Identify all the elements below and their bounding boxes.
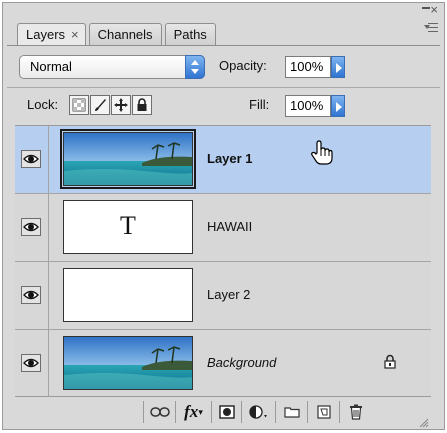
opacity-slider-arrow-icon[interactable] [331,56,345,78]
tab-close-icon[interactable]: × [71,27,79,42]
lock-position-icon[interactable] [111,95,131,115]
tab-layers[interactable]: Layers × [17,23,86,45]
layer-thumbnail[interactable] [63,336,193,390]
panel-controls: × [416,3,438,41]
fill-label: Fill: [249,97,270,112]
layers-toolbar: fx ▾ [15,399,431,428]
lock-label: Lock: [27,97,59,112]
trash-icon[interactable] [339,401,371,423]
visibility-column [15,194,49,261]
visibility-column [15,330,49,397]
tab-paths-label: Paths [173,27,207,42]
layers-list: Layer 1 T HAWAII Layer 2 Background [15,125,431,397]
fill-slider-arrow-icon[interactable] [331,95,345,117]
layer-name[interactable]: HAWAII [207,218,252,236]
blend-mode-value: Normal [30,59,72,74]
text-layer-glyph: T [120,211,136,240]
eye-icon[interactable] [21,150,41,168]
hand-cursor-icon [311,140,333,171]
layer-row-background[interactable]: Background [15,330,431,398]
link-layers-icon[interactable] [143,401,175,423]
eye-icon[interactable] [21,218,41,236]
lock-transparent-icon[interactable] [69,95,89,115]
tab-channels[interactable]: Channels [88,23,162,45]
tab-layers-label: Layers [26,27,66,42]
opacity-input[interactable]: 100% [285,56,331,78]
adjustment-layer-icon[interactable] [241,401,275,423]
opacity-label: Opacity: [219,58,267,73]
eye-icon[interactable] [21,286,41,304]
panel-menu-icon[interactable] [424,23,438,35]
lock-image-pixels-icon[interactable] [90,95,110,115]
new-group-icon[interactable] [275,401,307,423]
resize-grip-icon[interactable] [419,415,429,428]
visibility-column [15,262,49,329]
panel-tabs: Layers × Channels Paths [17,23,219,45]
fill-input[interactable]: 100% [285,95,331,117]
layer-name[interactable]: Background [207,354,276,372]
new-layer-icon[interactable] [307,401,339,423]
layer-name[interactable]: Layer 2 [207,286,250,304]
minimize-icon[interactable] [422,7,430,9]
text-layer-thumbnail[interactable]: T [63,200,193,254]
layer-row-hawaii[interactable]: T HAWAII [15,194,431,262]
select-arrows-icon[interactable] [185,55,205,79]
visibility-column [15,126,49,193]
tab-divider [7,45,440,46]
tab-channels-label: Channels [97,27,153,42]
tab-paths[interactable]: Paths [164,23,216,45]
layer-row-layer-1[interactable]: Layer 1 [15,126,431,194]
close-panel-icon[interactable]: × [430,3,438,16]
blend-mode-select[interactable]: Normal [19,55,205,79]
divider [7,87,440,88]
lock-all-icon[interactable] [132,95,152,115]
layer-style-icon[interactable]: fx ▾ [175,401,211,423]
layer-mask-icon[interactable] [211,401,241,423]
layers-panel: × Layers × Channels Paths Normal Opacity:… [2,2,445,430]
layer-row-layer-2[interactable]: Layer 2 [15,262,431,330]
padlock-icon [384,354,396,374]
layer-thumbnail[interactable] [63,268,193,322]
layer-name[interactable]: Layer 1 [207,150,253,168]
fx-label: fx [184,402,199,421]
eye-icon[interactable] [21,354,41,372]
layer-thumbnail[interactable] [60,129,196,189]
